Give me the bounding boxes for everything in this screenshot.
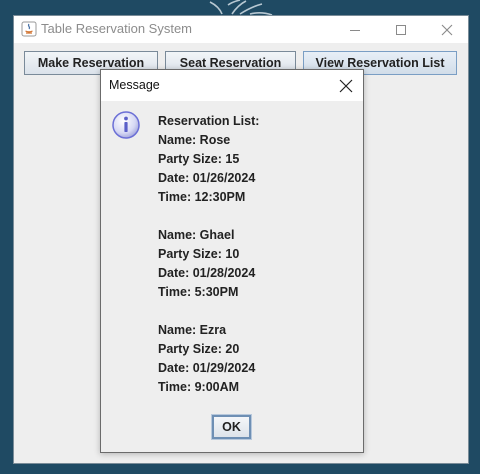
minimize-icon: [350, 29, 360, 31]
minimize-button[interactable]: [332, 16, 378, 43]
message-line: Date: 01/26/2024: [158, 171, 256, 185]
message-line: Name: Ezra: [158, 323, 227, 337]
message-line: Time: 9:00AM: [158, 380, 240, 394]
maximize-icon: [396, 24, 406, 35]
window-titlebar: Table Reservation System: [14, 16, 468, 43]
java-app-icon: [21, 21, 37, 37]
message-line: Party Size: 10: [158, 247, 240, 261]
message-line: Time: 5:30PM: [158, 285, 239, 299]
close-icon: [441, 24, 453, 35]
message-line: Name: Ghael: [158, 228, 235, 242]
ok-button[interactable]: OK: [211, 414, 252, 440]
message-line: [158, 302, 259, 321]
window-title: Table Reservation System: [41, 21, 193, 36]
dialog-close-icon[interactable]: [337, 77, 355, 95]
dialog-title: Message: [109, 78, 160, 92]
dialog-titlebar: Message: [101, 70, 363, 101]
message-line: Name: Rose: [158, 133, 231, 147]
message-line: Date: 01/29/2024: [158, 361, 256, 375]
message-line: [158, 207, 259, 226]
close-window-button[interactable]: [424, 16, 470, 43]
message-line: Date: 01/28/2024: [158, 266, 256, 280]
maximize-button[interactable]: [378, 16, 424, 43]
message-text: Reservation List: Name: Rose Party Size:…: [158, 112, 259, 397]
message-line: Party Size: 15: [158, 152, 240, 166]
message-dialog: Message Reservation List: Name: Rose Par…: [100, 69, 364, 453]
message-line: Reservation List:: [158, 114, 260, 128]
info-icon: [112, 111, 140, 139]
message-line: Party Size: 20: [158, 342, 240, 356]
message-line: Time: 12:30PM: [158, 190, 246, 204]
